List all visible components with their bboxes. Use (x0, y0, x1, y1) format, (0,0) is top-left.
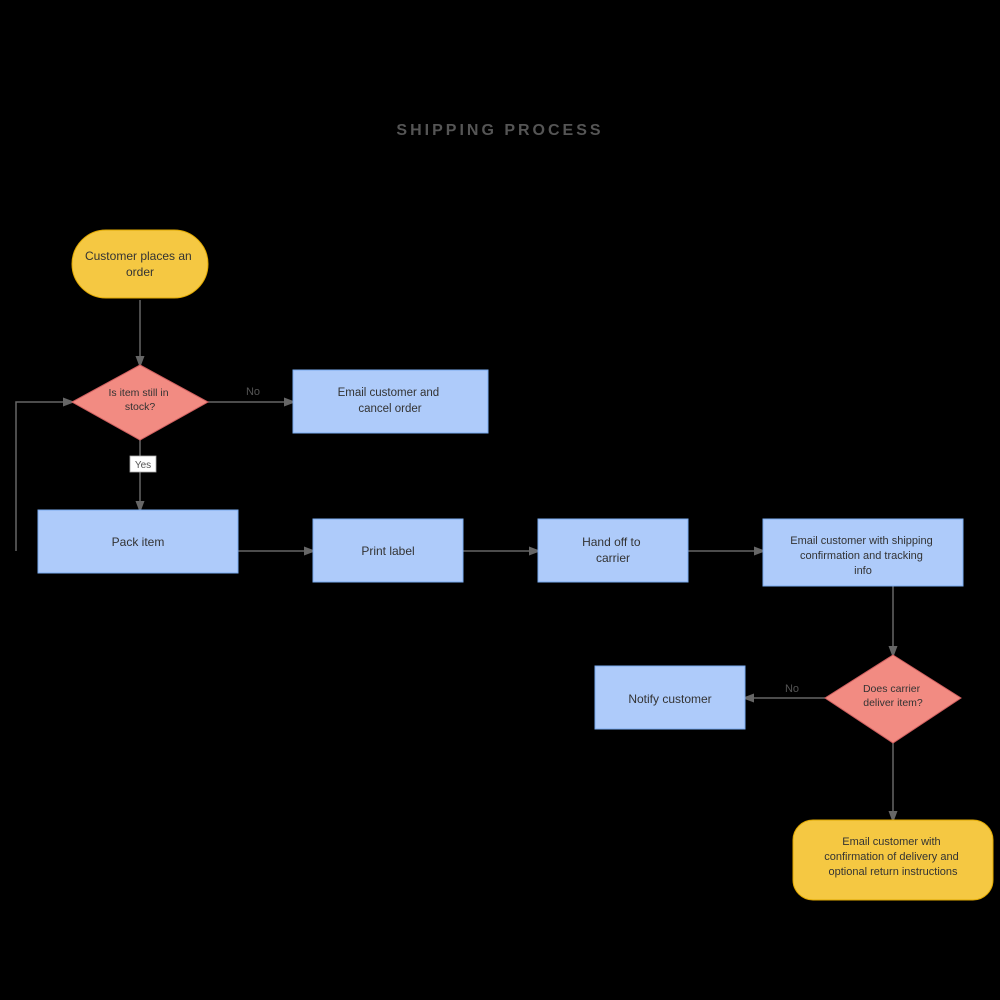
page-title: SHIPPING PROCESS (396, 122, 603, 139)
label-no-notify: No (785, 683, 799, 695)
flowchart-canvas: SHIPPING PROCESS Custome (0, 0, 1000, 1000)
label-yes-pack: Yes (135, 460, 151, 471)
label-no-cancel: No (246, 386, 260, 398)
node-pack-label: Pack item (112, 535, 165, 549)
node-notify-label: Notify customer (628, 692, 711, 706)
node-cancel (293, 370, 488, 433)
node-start (72, 230, 208, 298)
node-emaildelivery-label: Email customer with confirmation of deli… (824, 836, 962, 878)
flowchart-svg: SHIPPING PROCESS Custome (0, 0, 1000, 1000)
node-print-label: Print label (361, 544, 414, 558)
